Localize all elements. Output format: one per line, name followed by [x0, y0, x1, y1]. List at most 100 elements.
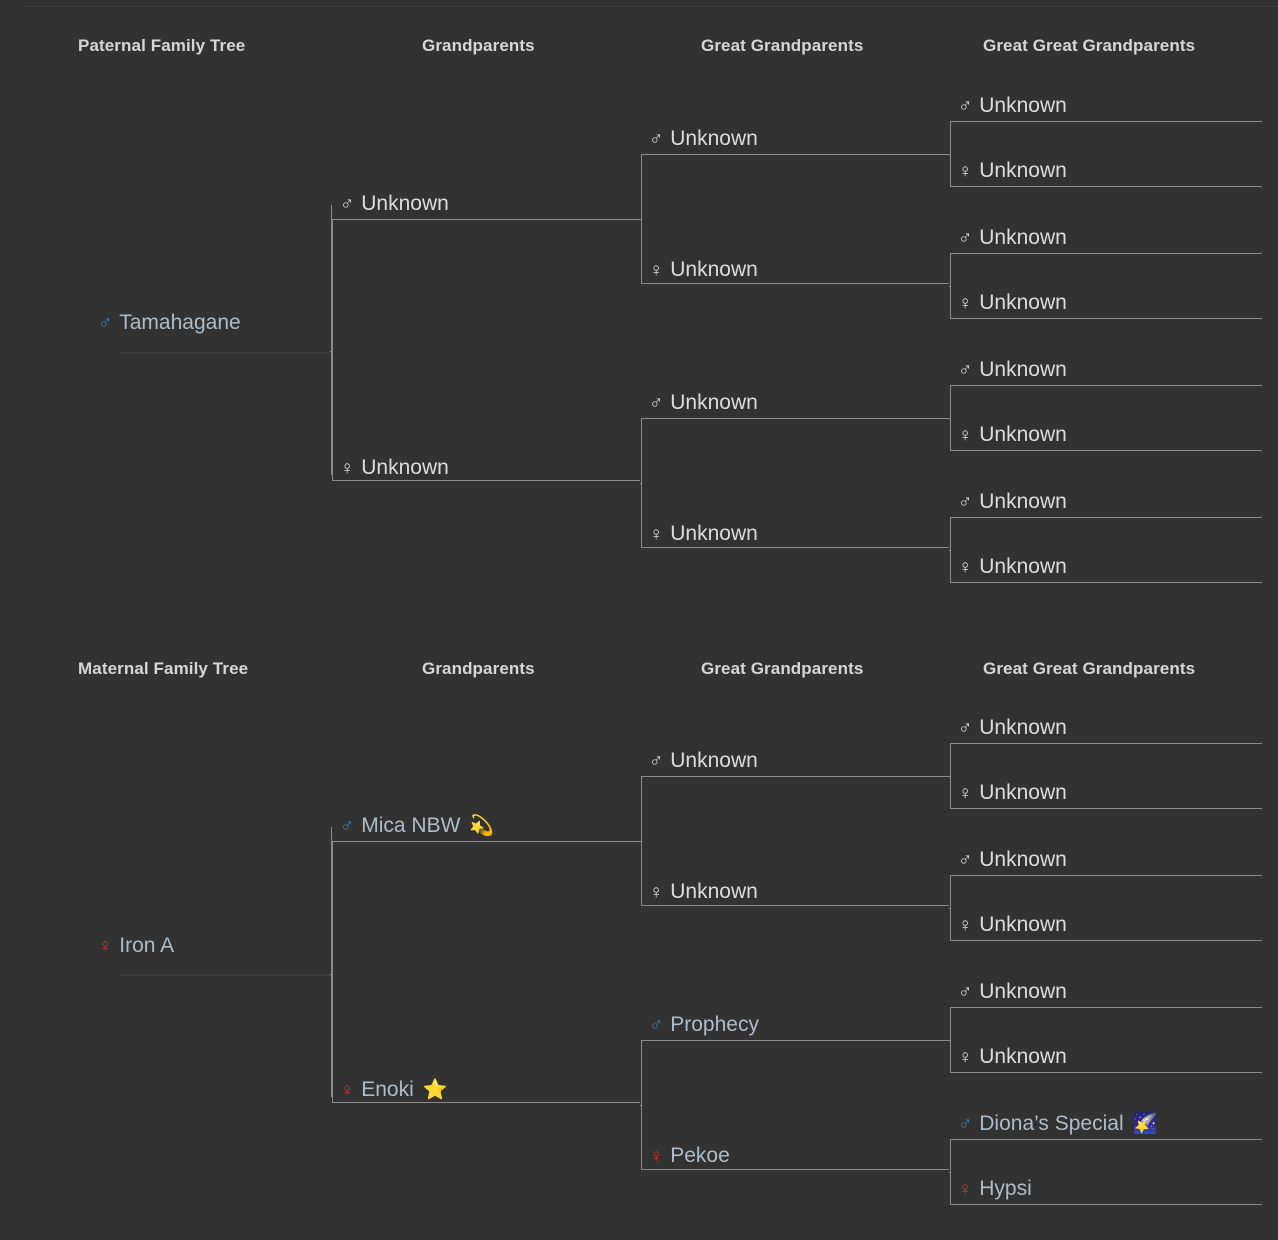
- column-header-paternal-3: Great Great Grandparents: [983, 36, 1196, 55]
- female-symbol-icon: ♀: [958, 160, 973, 182]
- column-header-maternal-2: Great Grandparents: [701, 659, 864, 678]
- great-great-grandparent-male-paternal-3: ♂ Unknown: [958, 489, 1067, 515]
- connector-gggp-maternal-3: [949, 1172, 950, 1173]
- connector-gggp-paternal-2: [949, 418, 950, 419]
- person-name: Unknown: [670, 522, 758, 545]
- male-symbol-icon: ♂: [340, 815, 355, 837]
- person-name: Unknown: [361, 192, 449, 215]
- great-grandparent-male-maternal-0: ♂ Unknown: [649, 748, 758, 774]
- person-name: Unknown: [979, 159, 1067, 182]
- male-symbol-icon: ♂: [958, 717, 973, 739]
- column-header-maternal-0: Maternal Family Tree: [78, 659, 249, 678]
- connector-root-maternal: [330, 974, 332, 975]
- person-name: Tamahagane: [119, 311, 241, 334]
- great-great-grandparent-male-maternal-2: ♂ Unknown: [958, 979, 1067, 1005]
- female-symbol-icon: ♀: [958, 292, 973, 314]
- person-name: Mica NBW: [361, 814, 461, 837]
- great-grandparent-female-maternal-1[interactable]: ♀ Pekoe: [649, 1143, 730, 1169]
- male-symbol-icon: ♂: [340, 193, 355, 215]
- root-person-maternal[interactable]: ♀ Iron A: [98, 933, 174, 959]
- person-name: Prophecy: [670, 1013, 759, 1036]
- person-name: Unknown: [670, 880, 758, 903]
- great-great-grandparent-female-maternal-1: ♀ Unknown: [958, 912, 1067, 938]
- female-symbol-icon: ♀: [958, 1178, 973, 1200]
- great-great-grandparent-female-paternal-3: ♀ Unknown: [958, 554, 1067, 580]
- great-great-grandparent-male-paternal-0: ♂ Unknown: [958, 93, 1067, 119]
- male-symbol-icon: ♂: [649, 128, 664, 150]
- connector-gggp-paternal-1: [949, 286, 950, 287]
- person-name: Unknown: [979, 291, 1067, 314]
- person-name: Unknown: [670, 258, 758, 281]
- column-header-paternal-0: Paternal Family Tree: [78, 36, 246, 55]
- grandparent-male-maternal[interactable]: ♂ Mica NBW 💫: [340, 813, 494, 839]
- column-header-maternal-3: Great Great Grandparents: [983, 659, 1196, 678]
- male-symbol-icon: ♂: [649, 1014, 664, 1036]
- connector-ggp-maternal-0: [640, 841, 641, 842]
- person-name: Unknown: [670, 127, 758, 150]
- great-great-grandparent-male-maternal-1: ♂ Unknown: [958, 847, 1067, 873]
- male-symbol-icon: ♂: [649, 392, 664, 414]
- female-symbol-icon: ♀: [649, 1145, 664, 1167]
- root-riser-paternal: [331, 205, 332, 475]
- female-symbol-icon: ♀: [958, 556, 973, 578]
- male-symbol-icon: ♂: [958, 227, 973, 249]
- root-underline-paternal: [118, 352, 330, 353]
- connector-ggp-maternal-1: [640, 1105, 641, 1106]
- male-symbol-icon: ♂: [958, 359, 973, 381]
- female-symbol-icon: ♀: [340, 457, 355, 479]
- grandparent-female-paternal: ♀ Unknown: [340, 455, 449, 481]
- male-symbol-icon: ♂: [958, 1113, 973, 1135]
- female-symbol-icon: ♀: [649, 881, 664, 903]
- root-riser-maternal: [331, 827, 332, 1097]
- top-divider: [22, 6, 1278, 7]
- person-name: Unknown: [361, 456, 449, 479]
- person-name: Unknown: [979, 781, 1067, 804]
- person-name: Unknown: [979, 94, 1067, 117]
- person-name: Unknown: [979, 913, 1067, 936]
- person-name: Unknown: [979, 1045, 1067, 1068]
- family-tree-page: Paternal Family Tree Grandparents Great Gr…: [0, 0, 1278, 1240]
- person-name: Unknown: [979, 423, 1067, 446]
- great-great-grandparent-male-paternal-1: ♂ Unknown: [958, 225, 1067, 251]
- grandparent-female-maternal[interactable]: ♀ Enoki ⭐: [340, 1077, 448, 1103]
- great-grandparent-male-paternal-0: ♂ Unknown: [649, 126, 758, 152]
- great-grandparent-female-paternal-0: ♀ Unknown: [649, 257, 758, 283]
- connector-gggp-paternal-3: [949, 550, 950, 551]
- person-name: Unknown: [979, 226, 1067, 249]
- male-symbol-icon: ♂: [958, 981, 973, 1003]
- person-name: Unknown: [979, 358, 1067, 381]
- great-grandparent-male-maternal-1[interactable]: ♂ Prophecy: [649, 1012, 759, 1038]
- connector-root-paternal: [330, 351, 332, 352]
- person-name: Enoki: [361, 1078, 414, 1101]
- great-grandparent-female-maternal-0: ♀ Unknown: [649, 879, 758, 905]
- great-great-grandparent-female-maternal-3[interactable]: ♀ Hypsi: [958, 1176, 1032, 1202]
- connector-gggp-maternal-1: [949, 908, 950, 909]
- great-great-grandparent-male-maternal-0: ♂ Unknown: [958, 715, 1067, 741]
- person-name: Diona’s Special: [979, 1112, 1124, 1135]
- great-great-grandparent-female-paternal-1: ♀ Unknown: [958, 290, 1067, 316]
- great-great-grandparent-female-maternal-2: ♀ Unknown: [958, 1044, 1067, 1070]
- badge-emoji-icon: 🌠: [1132, 1113, 1158, 1135]
- female-symbol-icon: ♀: [958, 1046, 973, 1068]
- female-symbol-icon: ♀: [958, 914, 973, 936]
- great-great-grandparent-female-maternal-0: ♀ Unknown: [958, 780, 1067, 806]
- great-grandparent-female-paternal-1: ♀ Unknown: [649, 521, 758, 547]
- male-symbol-icon: ♂: [98, 312, 113, 334]
- person-name: Pekoe: [670, 1144, 730, 1167]
- badge-emoji-icon: ⭐: [422, 1079, 448, 1101]
- great-great-grandparent-female-paternal-2: ♀ Unknown: [958, 422, 1067, 448]
- badge-emoji-icon: 💫: [469, 815, 495, 837]
- connector-gggp-maternal-2: [949, 1040, 950, 1041]
- female-symbol-icon: ♀: [958, 782, 973, 804]
- male-symbol-icon: ♂: [649, 750, 664, 772]
- person-name: Unknown: [670, 749, 758, 772]
- great-great-grandparent-male-maternal-3[interactable]: ♂ Diona’s Special 🌠: [958, 1111, 1158, 1137]
- female-symbol-icon: ♀: [958, 424, 973, 446]
- root-person-paternal[interactable]: ♂ Tamahagane: [98, 310, 241, 336]
- root-underline-maternal: [118, 975, 330, 976]
- column-header-paternal-2: Great Grandparents: [701, 36, 864, 55]
- person-name: Unknown: [979, 555, 1067, 578]
- column-header-maternal-1: Grandparents: [422, 659, 535, 678]
- connector-ggp-paternal-1: [640, 483, 641, 484]
- person-name: Unknown: [979, 848, 1067, 871]
